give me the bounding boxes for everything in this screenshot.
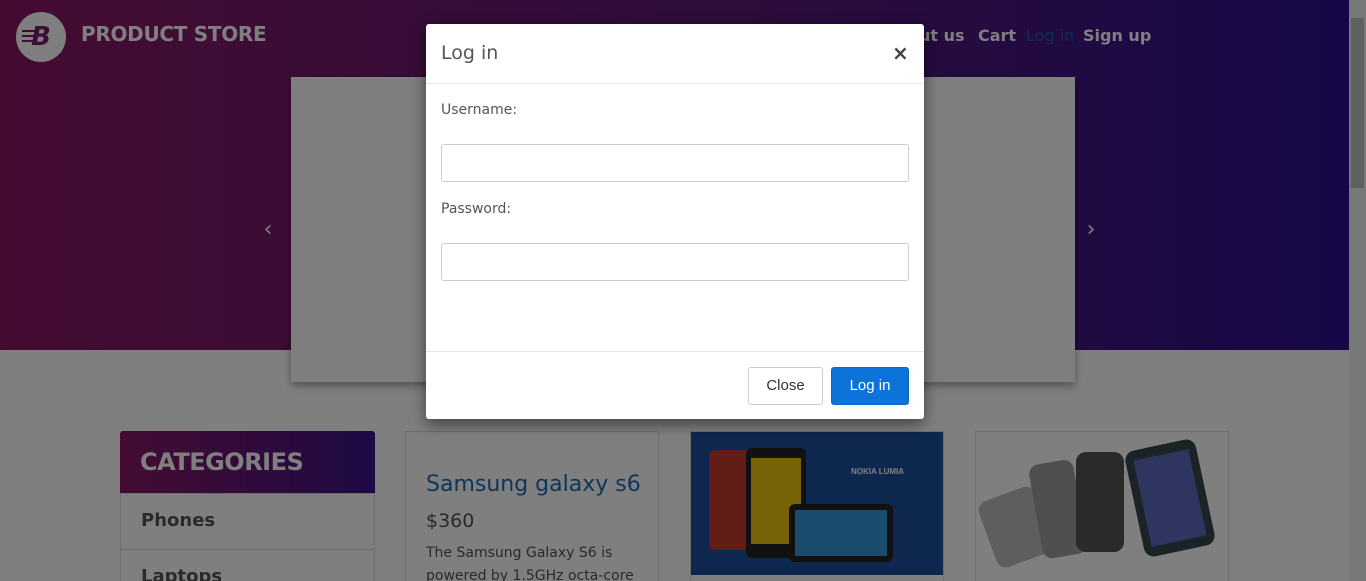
close-icon[interactable]: × — [892, 41, 909, 65]
modal-footer: Close Log in — [426, 351, 924, 419]
username-input[interactable] — [441, 144, 909, 182]
username-label: Username: — [441, 102, 518, 118]
login-modal: Log in × Username: Password: Close Log i… — [426, 24, 924, 419]
login-button[interactable]: Log in — [831, 367, 909, 405]
password-label: Password: — [441, 201, 512, 217]
modal-header: Log in × — [426, 24, 924, 84]
modal-title: Log in — [441, 42, 499, 64]
password-input[interactable] — [441, 243, 909, 281]
close-button[interactable]: Close — [748, 367, 823, 405]
